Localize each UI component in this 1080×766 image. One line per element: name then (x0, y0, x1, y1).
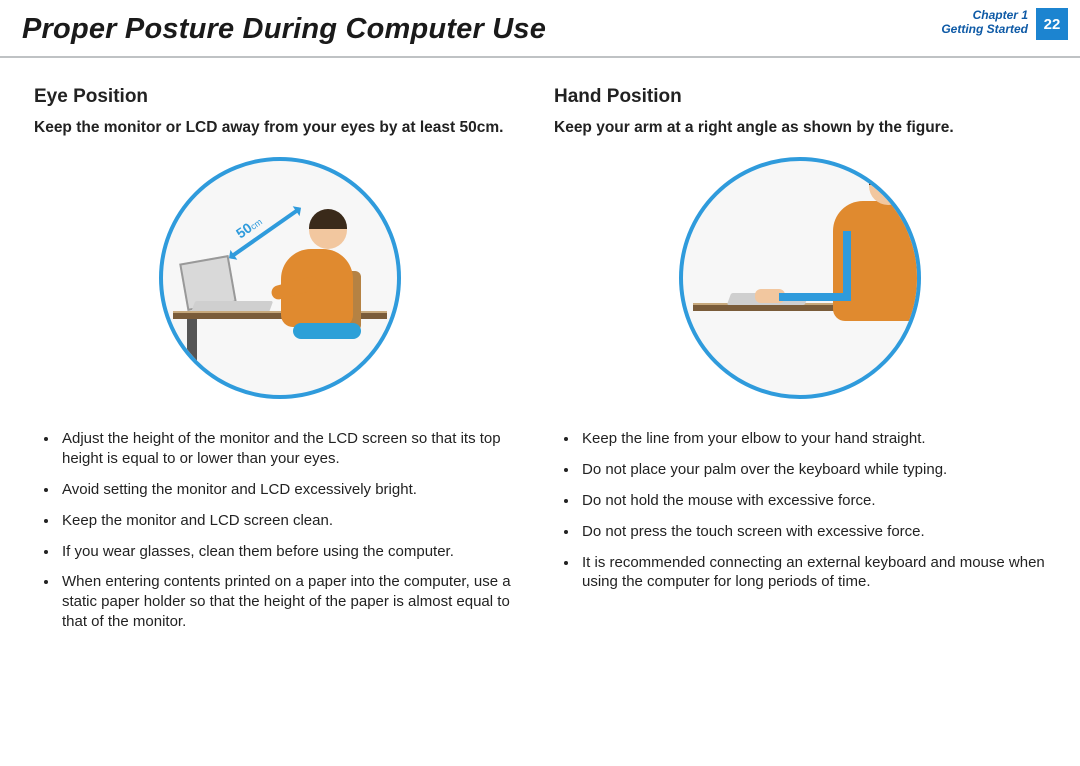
list-item: Do not press the touch screen with exces… (554, 522, 1046, 542)
page-title: Proper Posture During Computer Use (22, 13, 546, 46)
header-divider (0, 56, 1080, 58)
eye-position-list: Adjust the height of the monitor and the… (34, 429, 526, 631)
content-columns: Eye Position Keep the monitor or LCD awa… (20, 86, 1060, 756)
list-item: Avoid setting the monitor and LCD excess… (34, 480, 526, 500)
eye-position-heading: Eye Position (34, 86, 526, 108)
chair-seat-shape (293, 323, 361, 339)
column-eye-position: Eye Position Keep the monitor or LCD awa… (20, 86, 540, 756)
eye-position-figure: 50cm (34, 157, 526, 399)
person-hair-shape (869, 165, 907, 185)
hand-position-illustration (679, 157, 921, 399)
list-item: Keep the line from your elbow to your ha… (554, 429, 1046, 449)
list-item: It is recommended connecting an external… (554, 553, 1046, 593)
page-header: Proper Posture During Computer Use Chapt… (0, 0, 1080, 58)
hand-position-list: Keep the line from your elbow to your ha… (554, 429, 1046, 592)
hand-position-figure (554, 157, 1046, 399)
chapter-line1: Chapter 1 (941, 8, 1028, 22)
person-hair-shape (309, 209, 347, 229)
right-angle-vertical-icon (843, 231, 851, 301)
right-angle-horizontal-icon (779, 293, 851, 301)
list-item: Keep the monitor and LCD screen clean. (34, 511, 526, 531)
hand-position-heading: Hand Position (554, 86, 1046, 108)
chapter-line2: Getting Started (941, 22, 1028, 36)
list-item: Do not hold the mouse with excessive for… (554, 491, 1046, 511)
eye-position-lead: Keep the monitor or LCD away from your e… (34, 118, 526, 137)
eye-position-illustration: 50cm (159, 157, 401, 399)
hand-position-lead: Keep your arm at a right angle as shown … (554, 118, 1046, 137)
list-item: If you wear glasses, clean them before u… (34, 542, 526, 562)
column-hand-position: Hand Position Keep your arm at a right a… (540, 86, 1060, 756)
list-item: Do not place your palm over the keyboard… (554, 460, 1046, 480)
desk-leg-shape (187, 319, 197, 395)
page-number-badge: 22 (1036, 8, 1068, 40)
list-item: When entering contents printed on a pape… (34, 572, 526, 631)
list-item: Adjust the height of the monitor and the… (34, 429, 526, 469)
chapter-label: Chapter 1 Getting Started (941, 8, 1028, 36)
